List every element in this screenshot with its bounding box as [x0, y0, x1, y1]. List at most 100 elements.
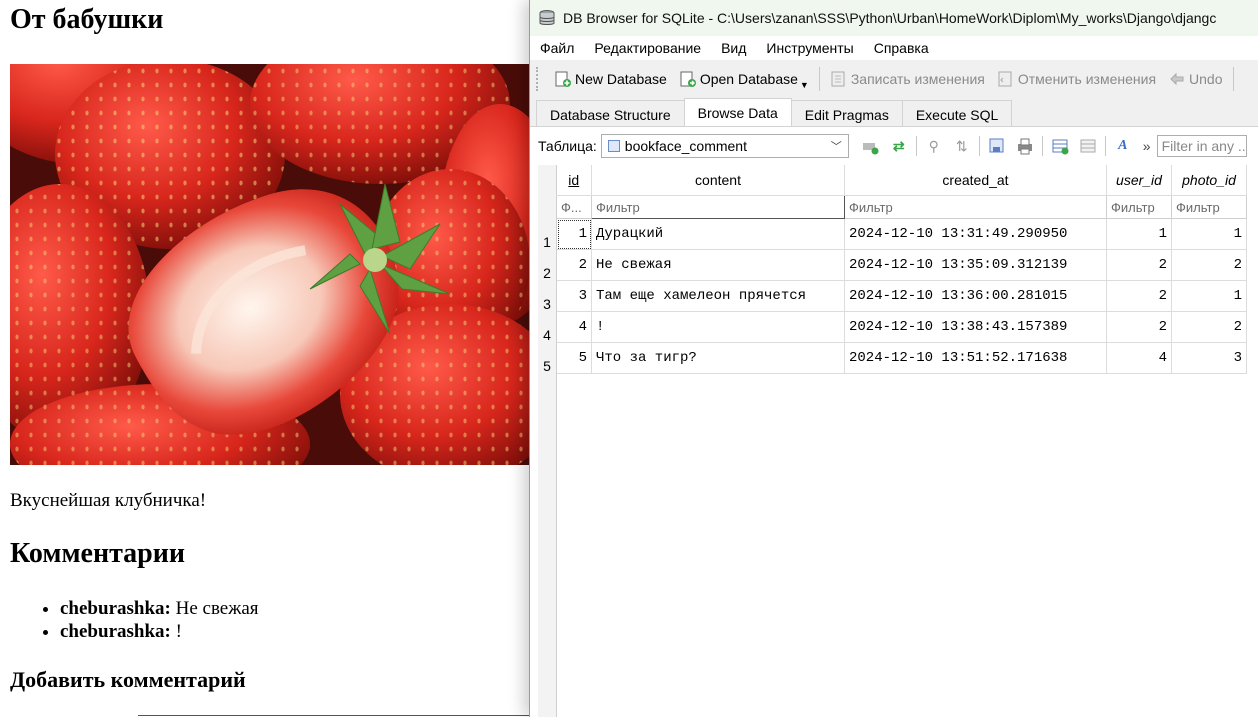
delete-record-icon[interactable] [1078, 136, 1098, 156]
column-header-photo-id[interactable]: photo_id [1171, 165, 1247, 196]
cell-user-id[interactable]: 2 [1106, 311, 1172, 343]
tab-database-structure[interactable]: Database Structure [536, 100, 685, 126]
new-database-icon [555, 71, 571, 87]
write-changes-icon [831, 71, 845, 87]
save-table-icon[interactable] [987, 136, 1007, 156]
cell-created-at[interactable]: 2024-12-10 13:38:43.157389 [844, 311, 1107, 343]
new-database-label: New Database [575, 71, 667, 87]
cell-id[interactable]: 1 [556, 218, 592, 250]
filter-row: Ф... Фильтр Фильтр Фильтр Фильтр [556, 195, 1247, 219]
cell-content[interactable]: ! [591, 311, 845, 343]
menu-file[interactable]: Файл [530, 40, 584, 56]
tab-execute-sql[interactable]: Execute SQL [901, 100, 1013, 126]
undo-button[interactable]: Undo [1162, 65, 1228, 93]
row-number[interactable]: 4 [538, 320, 556, 350]
font-icon[interactable]: A [1113, 136, 1133, 156]
cell-photo-id[interactable]: 1 [1171, 280, 1247, 312]
post-title: От бабушки [10, 4, 164, 35]
table-row[interactable]: 3 Там еще хамелеон прячется 2024-12-10 1… [556, 280, 1247, 312]
column-header-user-id[interactable]: user_id [1106, 165, 1172, 196]
comment-text: ! [170, 621, 182, 642]
print-icon[interactable] [1015, 136, 1035, 156]
cell-id[interactable]: 4 [556, 311, 592, 343]
table-select[interactable]: bookface_comment ﹀ [600, 134, 849, 158]
toolbar-separator [818, 67, 820, 91]
comment-author: cheburashka: [60, 621, 171, 642]
filter-any-column-input[interactable]: Filter in any ... [1156, 135, 1247, 157]
comment-input-edge[interactable] [138, 715, 530, 716]
more-actions-icon[interactable]: » [1143, 138, 1151, 154]
filter-input-photo-id[interactable]: Фильтр [1171, 195, 1247, 219]
menu-view[interactable]: Вид [711, 40, 756, 56]
cell-created-at[interactable]: 2024-12-10 13:36:00.281015 [844, 280, 1107, 312]
cell-user-id[interactable]: 4 [1106, 342, 1172, 374]
cell-photo-id[interactable]: 2 [1171, 311, 1247, 343]
menu-tools[interactable]: Инструменты [756, 40, 863, 56]
new-database-button[interactable]: New Database [548, 65, 673, 93]
tab-edit-pragmas[interactable]: Edit Pragmas [790, 100, 903, 126]
tab-browse-data[interactable]: Browse Data [683, 98, 792, 126]
cell-user-id[interactable]: 2 [1106, 280, 1172, 312]
table-row[interactable]: 1 Дурацкий 2024-12-10 13:31:49.290950 1 … [556, 218, 1247, 250]
row-header-column: 1 2 3 4 5 [538, 165, 557, 717]
cell-user-id[interactable]: 2 [1106, 249, 1172, 281]
table-row[interactable]: 2 Не свежая 2024-12-10 13:35:09.312139 2… [556, 249, 1247, 281]
open-database-button[interactable]: Open Database ▼ [673, 65, 815, 93]
row-number[interactable]: 3 [538, 289, 556, 319]
cell-id[interactable]: 5 [556, 342, 592, 374]
column-header-created-at[interactable]: created_at [844, 165, 1107, 196]
filter-input-id[interactable]: Ф... [556, 195, 592, 219]
dropdown-arrow-icon[interactable]: ▼ [800, 80, 809, 90]
cell-photo-id[interactable]: 3 [1171, 342, 1247, 374]
cell-photo-id[interactable]: 1 [1171, 218, 1247, 250]
write-changes-button[interactable]: Записать изменения [824, 65, 991, 93]
window-title: DB Browser for SQLite - C:\Users\zanan\S… [563, 10, 1217, 26]
toolbar-separator [1104, 136, 1106, 156]
cell-created-at[interactable]: 2024-12-10 13:35:09.312139 [844, 249, 1107, 281]
database-app-icon [539, 10, 555, 25]
cell-content[interactable]: Что за тигр? [591, 342, 845, 374]
main-toolbar: New Database Open Database ▼ Записать из… [530, 62, 1258, 96]
title-bar[interactable]: DB Browser for SQLite - C:\Users\zanan\S… [530, 0, 1258, 36]
insert-record-icon[interactable] [1050, 136, 1070, 156]
toolbar-separator [1232, 67, 1234, 91]
filter-input-user-id[interactable]: Фильтр [1106, 195, 1172, 219]
row-number[interactable]: 5 [538, 351, 556, 381]
cell-created-at[interactable]: 2024-12-10 13:51:52.171638 [844, 342, 1107, 374]
table-row[interactable]: 5 Что за тигр? 2024-12-10 13:51:52.17163… [556, 342, 1247, 374]
cell-content[interactable]: Там еще хамелеон прячется [591, 280, 845, 312]
column-header-content[interactable]: content [591, 165, 845, 196]
clear-filters-icon[interactable]: ⚲ [924, 136, 944, 156]
comment-text: Не свежая [170, 598, 259, 619]
table-icon [607, 140, 620, 152]
cell-user-id[interactable]: 1 [1106, 218, 1172, 250]
cell-id[interactable]: 3 [556, 280, 592, 312]
data-grid: 1 2 3 4 5 id content created_at user_id … [538, 165, 1247, 717]
cell-photo-id[interactable]: 2 [1171, 249, 1247, 281]
cell-created-at[interactable]: 2024-12-10 13:31:49.290950 [844, 218, 1107, 250]
toolbar-grip[interactable] [536, 67, 542, 91]
revert-changes-button[interactable]: Отменить изменения [991, 65, 1162, 93]
comment-item: cheburashka: Не свежая [60, 597, 259, 620]
sync-icon[interactable]: ⇄ [889, 136, 909, 156]
cell-content[interactable]: Не свежая [591, 249, 845, 281]
row-number[interactable]: 2 [538, 258, 556, 288]
db-browser-window: DB Browser for SQLite - C:\Users\zanan\S… [529, 0, 1258, 717]
cell-content[interactable]: Дурацкий [591, 218, 845, 250]
write-changes-label: Записать изменения [850, 71, 985, 87]
records-table: id content created_at user_id photo_id Ф… [556, 165, 1247, 374]
filter-input-content[interactable]: Фильтр [591, 195, 845, 219]
toolbar-separator [915, 136, 917, 156]
revert-changes-icon [998, 71, 1012, 87]
comment-author: cheburashka: [60, 598, 171, 619]
filter-input-created-at[interactable]: Фильтр [844, 195, 1107, 219]
sort-icon[interactable]: ⇅ [952, 136, 972, 156]
table-row[interactable]: 4 ! 2024-12-10 13:38:43.157389 2 2 [556, 311, 1247, 343]
refresh-icon[interactable] [861, 136, 881, 156]
column-header-id[interactable]: id [556, 165, 592, 196]
menu-help[interactable]: Справка [864, 40, 939, 56]
menu-edit[interactable]: Редактирование [584, 40, 711, 56]
cell-id[interactable]: 2 [556, 249, 592, 281]
header-row: id content created_at user_id photo_id [556, 165, 1247, 196]
row-number[interactable]: 1 [538, 227, 556, 257]
